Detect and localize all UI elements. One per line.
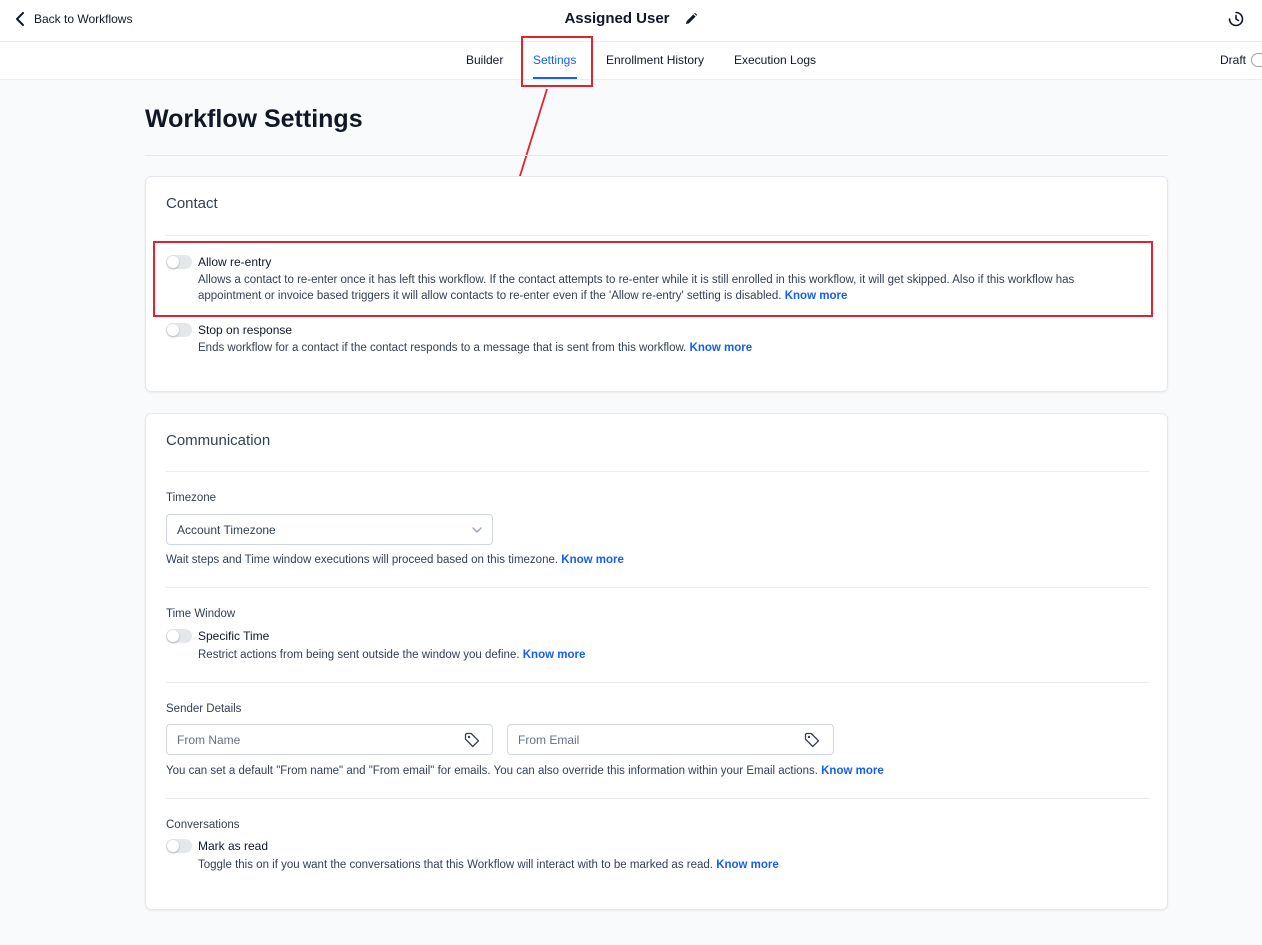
workflow-title: Assigned User xyxy=(564,10,670,27)
communication-card-title: Communication xyxy=(166,432,271,449)
pencil-icon[interactable] xyxy=(684,12,698,26)
tab-settings[interactable]: Settings xyxy=(533,53,576,67)
time-window-know-more-link[interactable]: Know more xyxy=(523,649,586,661)
history-clock-icon[interactable] xyxy=(1228,11,1244,27)
mark-as-read-label: Mark as read xyxy=(198,839,269,853)
tab-enrollment-history[interactable]: Enrollment History xyxy=(606,53,704,67)
specific-time-label: Specific Time xyxy=(198,629,270,643)
specific-time-toggle[interactable] xyxy=(166,629,192,643)
allow-reentry-label: Allow re-entry xyxy=(198,255,272,269)
active-tab-indicator xyxy=(533,77,577,79)
stop-on-response-description: Ends workflow for a contact if the conta… xyxy=(198,340,1138,356)
timezone-know-more-link[interactable]: Know more xyxy=(561,554,624,566)
workflow-title-area: Assigned User xyxy=(0,10,1262,27)
timezone-description: Wait steps and Time window executions wi… xyxy=(166,552,1126,568)
tab-execution-logs[interactable]: Execution Logs xyxy=(734,53,816,67)
allow-reentry-description: Allows a contact to re-enter once it has… xyxy=(198,272,1138,304)
contact-card-title: Contact xyxy=(166,195,218,212)
allow-reentry-toggle[interactable] xyxy=(166,255,192,269)
stop-on-response-label: Stop on response xyxy=(198,323,293,337)
contact-card: Contact Allow re-entry Allows a contact … xyxy=(145,176,1168,392)
allow-reentry-description-text: Allows a contact to re-enter once it has… xyxy=(198,274,1075,302)
communication-card-divider xyxy=(166,471,1149,472)
timezone-divider xyxy=(166,587,1149,588)
timezone-label: Timezone xyxy=(166,492,217,504)
page-title-divider xyxy=(145,155,1168,156)
conversations-know-more-link[interactable]: Know more xyxy=(716,859,779,871)
timezone-select[interactable]: Account Timezone xyxy=(166,514,493,545)
from-name-input[interactable] xyxy=(166,724,493,755)
tab-builder[interactable]: Builder xyxy=(466,53,503,67)
stop-on-response-toggle[interactable] xyxy=(166,323,192,337)
chevron-down-icon xyxy=(472,527,482,533)
stop-on-response-know-more-link[interactable]: Know more xyxy=(690,342,753,354)
sender-details-description-text: You can set a default "From name" and "F… xyxy=(166,765,818,777)
time-window-description-text: Restrict actions from being sent outside… xyxy=(198,649,520,661)
allow-reentry-know-more-link[interactable]: Know more xyxy=(785,290,848,302)
time-window-description: Restrict actions from being sent outside… xyxy=(198,647,1128,663)
conversations-description: Toggle this on if you want the conversat… xyxy=(198,857,1128,873)
timezone-selected-value: Account Timezone xyxy=(177,523,276,537)
draft-status-label: Draft xyxy=(1219,53,1246,67)
communication-card: Communication Timezone Account Timezone … xyxy=(145,413,1168,910)
top-bar: Back to Workflows Assigned User xyxy=(0,0,1262,42)
timezone-description-text: Wait steps and Time window executions wi… xyxy=(166,554,559,566)
time-window-label: Time Window xyxy=(166,608,236,620)
tabs-bar: Builder Settings Enrollment History Exec… xyxy=(0,42,1262,80)
sender-details-description: You can set a default "From name" and "F… xyxy=(166,763,1136,779)
sender-details-divider xyxy=(166,798,1149,799)
sender-details-know-more-link[interactable]: Know more xyxy=(821,765,884,777)
conversations-label: Conversations xyxy=(166,819,240,831)
page-title: Workflow Settings xyxy=(145,105,363,133)
sender-details-label: Sender Details xyxy=(166,703,242,715)
stop-on-response-description-text: Ends workflow for a contact if the conta… xyxy=(198,342,687,354)
conversations-description-text: Toggle this on if you want the conversat… xyxy=(198,859,713,871)
contact-card-divider xyxy=(166,235,1149,236)
tag-icon[interactable] xyxy=(804,732,820,748)
tag-icon[interactable] xyxy=(464,732,480,748)
from-email-input[interactable] xyxy=(507,724,834,755)
time-window-divider xyxy=(166,682,1149,683)
publish-toggle[interactable] xyxy=(1251,53,1262,67)
mark-as-read-toggle[interactable] xyxy=(166,839,192,853)
